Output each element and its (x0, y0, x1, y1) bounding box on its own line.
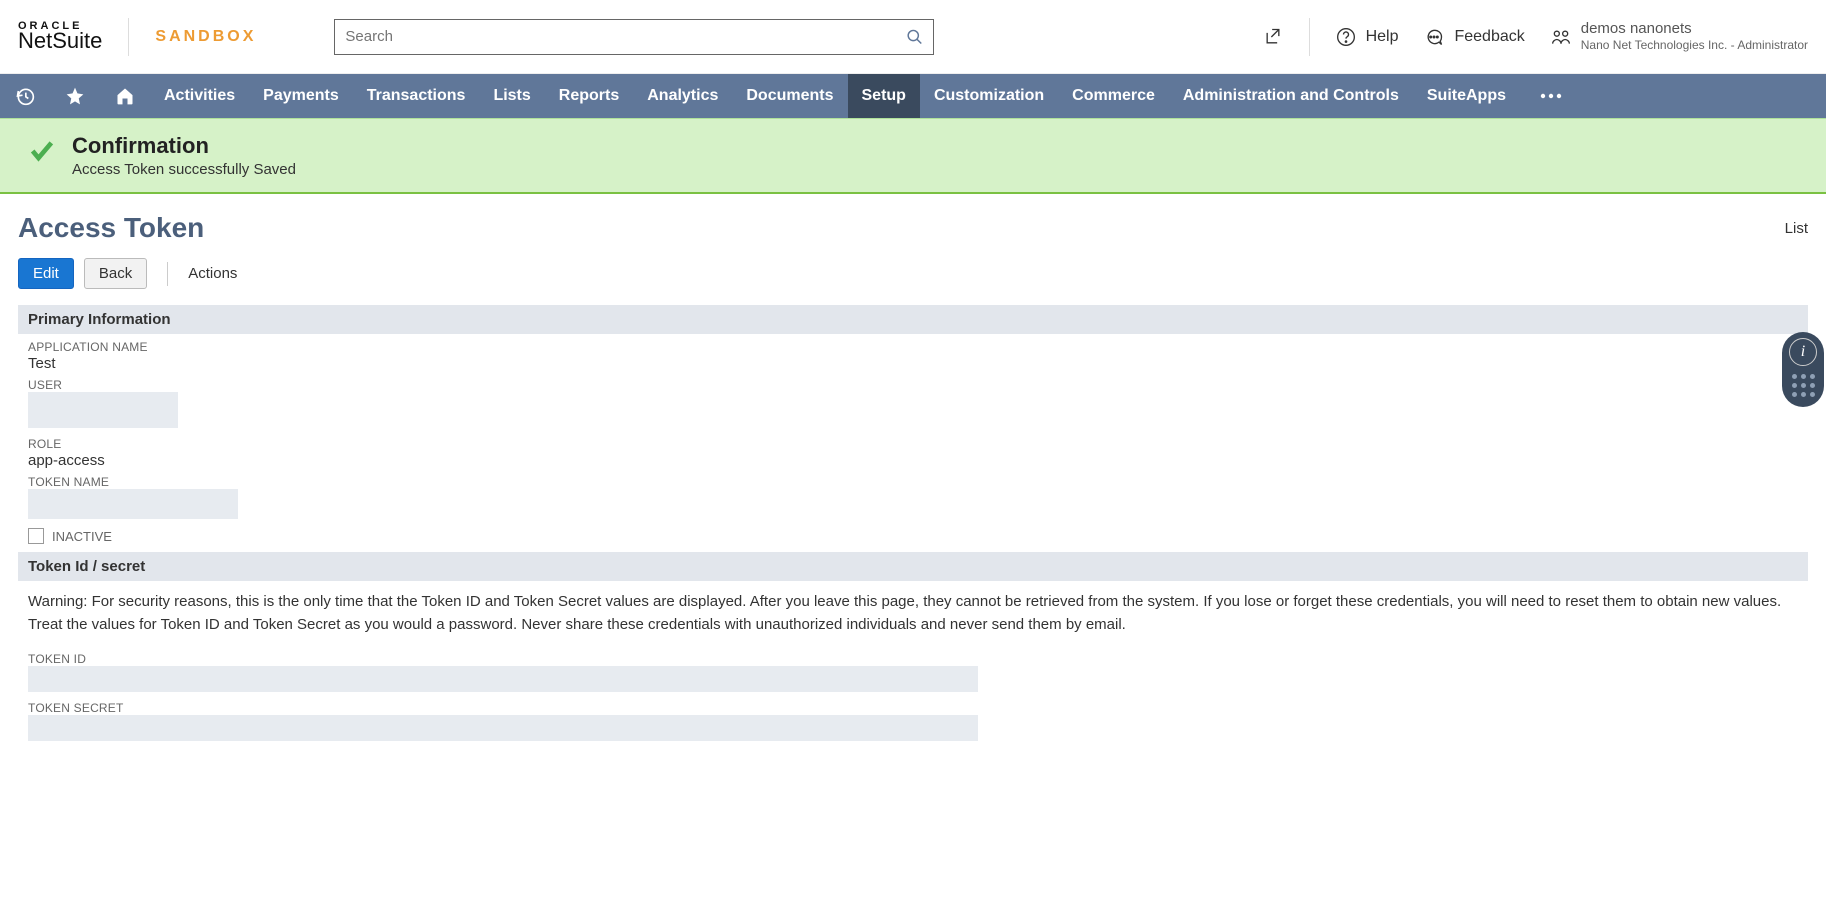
role-icon (1551, 27, 1571, 47)
divider (1309, 18, 1310, 56)
info-icon[interactable]: i (1789, 338, 1817, 366)
field-token-id: TOKEN ID (18, 646, 1808, 695)
nav-administration[interactable]: Administration and Controls (1169, 74, 1413, 118)
favorites-icon[interactable] (50, 74, 100, 118)
value-application-name: Test (28, 355, 1798, 372)
divider (128, 18, 129, 56)
section-header-primary: Primary Information (18, 305, 1808, 334)
help-link[interactable]: Help (1336, 27, 1399, 47)
nav-transactions[interactable]: Transactions (353, 74, 480, 118)
field-application-name: APPLICATION NAME Test (18, 334, 1808, 372)
nav-analytics[interactable]: Analytics (633, 74, 732, 118)
page-content: Access Token List Edit Back Actions Prim… (0, 194, 1826, 762)
list-link[interactable]: List (1785, 220, 1808, 237)
nav-reports[interactable]: Reports (545, 74, 633, 118)
action-row: Edit Back Actions (18, 258, 1808, 289)
search-input[interactable] (345, 28, 906, 45)
value-token-id-redacted (28, 666, 978, 692)
feedback-link[interactable]: Feedback (1424, 27, 1524, 47)
confirmation-message: Access Token successfully Saved (72, 161, 296, 178)
value-token-secret-redacted (28, 715, 978, 741)
home-icon[interactable] (100, 74, 150, 118)
nav-documents[interactable]: Documents (732, 74, 847, 118)
separator (167, 262, 168, 286)
main-nav: Activities Payments Transactions Lists R… (0, 74, 1826, 118)
role-switcher[interactable]: demos nanonets Nano Net Technologies Inc… (1551, 19, 1808, 54)
value-user-redacted (28, 392, 178, 428)
logo-block: ORACLE NetSuite SANDBOX (18, 18, 286, 56)
value-role: app-access (28, 452, 1798, 469)
feedback-icon (1424, 27, 1444, 47)
nav-payments[interactable]: Payments (249, 74, 353, 118)
inactive-checkbox[interactable] (28, 528, 44, 544)
page-title: Access Token (18, 212, 204, 244)
help-widget[interactable]: i (1782, 332, 1824, 407)
keypad-icon[interactable] (1792, 374, 1815, 397)
label-user: USER (28, 378, 1798, 392)
back-button[interactable]: Back (84, 258, 147, 289)
nav-customization[interactable]: Customization (920, 74, 1058, 118)
nav-activities[interactable]: Activities (150, 74, 249, 118)
user-name: demos nanonets (1581, 19, 1808, 39)
nav-more-icon[interactable] (1524, 74, 1578, 118)
field-inactive: INACTIVE (18, 524, 1808, 548)
label-inactive: INACTIVE (52, 529, 112, 544)
nav-commerce[interactable]: Commerce (1058, 74, 1169, 118)
help-icon (1336, 27, 1356, 47)
edit-button[interactable]: Edit (18, 258, 74, 289)
token-warning: Warning: For security reasons, this is t… (18, 581, 1808, 646)
label-application-name: APPLICATION NAME (28, 340, 1798, 354)
label-token-name: TOKEN NAME (28, 475, 1798, 489)
feedback-label: Feedback (1454, 28, 1524, 46)
search-icon (906, 28, 923, 46)
nav-lists[interactable]: Lists (479, 74, 544, 118)
value-token-name-redacted (28, 489, 238, 519)
field-token-name: TOKEN NAME (18, 469, 1808, 522)
help-label: Help (1366, 28, 1399, 46)
confirmation-banner: Confirmation Access Token successfully S… (0, 118, 1826, 194)
label-token-id: TOKEN ID (28, 652, 1798, 666)
check-icon (26, 137, 58, 165)
warning-line-2: Treat the values for Token ID and Token … (28, 614, 1798, 637)
global-search[interactable] (334, 19, 934, 55)
confirmation-title: Confirmation (72, 133, 296, 159)
nav-setup[interactable]: Setup (848, 74, 920, 118)
field-role: ROLE app-access (18, 431, 1808, 469)
field-user: USER (18, 372, 1808, 431)
netsuite-text: NetSuite (18, 30, 102, 52)
user-block: demos nanonets Nano Net Technologies Inc… (1581, 19, 1808, 54)
add-shortcut-icon[interactable] (1263, 27, 1283, 47)
label-token-secret: TOKEN SECRET (28, 701, 1798, 715)
recent-records-icon[interactable] (0, 74, 50, 118)
user-sub: Nano Net Technologies Inc. - Administrat… (1581, 38, 1808, 54)
label-role: ROLE (28, 437, 1798, 451)
top-bar: ORACLE NetSuite SANDBOX Help Feedback de… (0, 0, 1826, 74)
field-token-secret: TOKEN SECRET (18, 695, 1808, 744)
env-badge: SANDBOX (155, 28, 256, 46)
actions-menu[interactable]: Actions (188, 265, 237, 282)
top-right: Help Feedback demos nanonets Nano Net Te… (1263, 18, 1808, 56)
section-header-token: Token Id / secret (18, 552, 1808, 581)
nav-suiteapps[interactable]: SuiteApps (1413, 74, 1520, 118)
oracle-netsuite-logo: ORACLE NetSuite (18, 21, 102, 52)
warning-line-1: Warning: For security reasons, this is t… (28, 591, 1798, 614)
